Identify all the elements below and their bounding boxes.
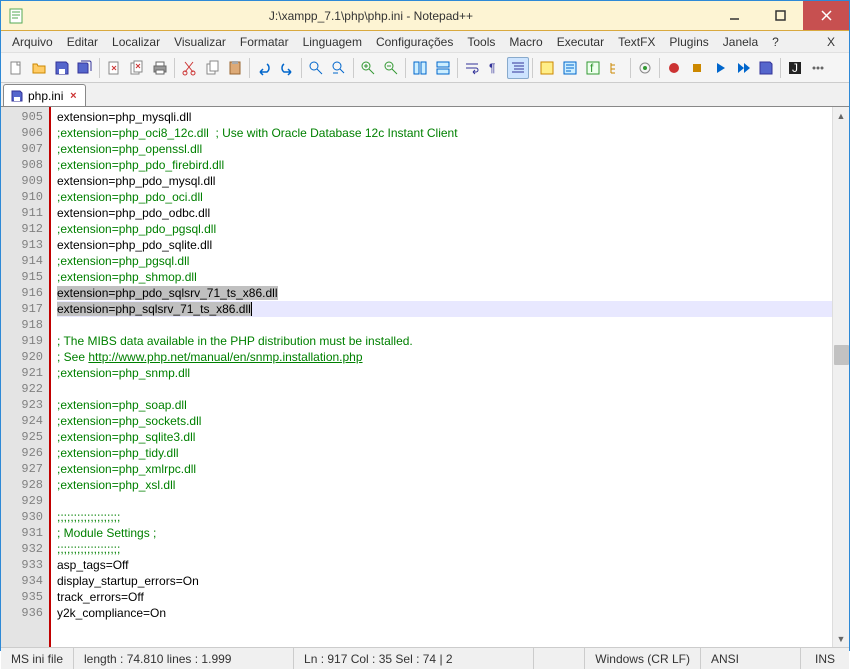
wordwrap-icon[interactable] <box>461 57 483 79</box>
statusbar: MS ini file length : 74.810 lines : 1.99… <box>1 647 849 669</box>
menu-localizar[interactable]: Localizar <box>105 35 167 49</box>
menu-linguagem[interactable]: Linguagem <box>296 35 369 49</box>
menu-executar[interactable]: Executar <box>550 35 611 49</box>
open-file-icon[interactable] <box>28 57 50 79</box>
tab-label: php.ini <box>28 89 63 103</box>
zoom-in-icon[interactable] <box>357 57 379 79</box>
record-icon[interactable] <box>663 57 685 79</box>
find-icon[interactable] <box>305 57 327 79</box>
status-encoding: ANSI <box>701 648 801 669</box>
tab-php-ini[interactable]: php.ini × <box>3 84 86 106</box>
editor: 9059069079089099109119129139149159169179… <box>1 107 849 647</box>
status-mode: INS <box>801 648 849 669</box>
file-icon <box>10 89 24 103</box>
menu-arquivo[interactable]: Arquivo <box>5 35 60 49</box>
menu-formatar[interactable]: Formatar <box>233 35 296 49</box>
sync-v-icon[interactable] <box>409 57 431 79</box>
scroll-down-icon[interactable]: ▼ <box>833 630 849 647</box>
line-gutter: 9059069079089099109119129139149159169179… <box>1 107 51 647</box>
menu-textfx[interactable]: TextFX <box>611 35 662 49</box>
menu-visualizar[interactable]: Visualizar <box>167 35 233 49</box>
print-icon[interactable] <box>149 57 171 79</box>
status-length: length : 74.810 lines : 1.999 <box>74 648 294 669</box>
status-eol: Windows (CR LF) <box>585 648 701 669</box>
app-icon <box>1 8 31 24</box>
close-button[interactable] <box>803 1 849 30</box>
menu-help[interactable]: ? <box>765 35 786 49</box>
vertical-scrollbar[interactable]: ▲ ▼ <box>832 107 849 647</box>
plugin-icon[interactable]: J <box>784 57 806 79</box>
scroll-up-icon[interactable]: ▲ <box>833 107 849 124</box>
more-icon[interactable] <box>807 57 829 79</box>
menu-x-button[interactable]: X <box>817 35 845 49</box>
zoom-out-icon[interactable] <box>380 57 402 79</box>
window-title: J:\xampp_7.1\php\php.ini - Notepad++ <box>31 9 711 23</box>
stop-record-icon[interactable] <box>686 57 708 79</box>
play-multi-icon[interactable] <box>732 57 754 79</box>
play-macro-icon[interactable] <box>709 57 731 79</box>
paste-icon[interactable] <box>224 57 246 79</box>
menu-configuracoes[interactable]: Configurações <box>369 35 460 49</box>
menu-editar[interactable]: Editar <box>60 35 105 49</box>
menu-janela[interactable]: Janela <box>716 35 765 49</box>
menu-tools[interactable]: Tools <box>460 35 502 49</box>
save-all-icon[interactable] <box>74 57 96 79</box>
folder-tree-icon[interactable] <box>605 57 627 79</box>
svg-text:J: J <box>792 61 798 75</box>
toolbar: ¶ f J <box>1 53 849 83</box>
maximize-button[interactable] <box>757 1 803 30</box>
close-file-icon[interactable] <box>103 57 125 79</box>
menubar: Arquivo Editar Localizar Visualizar Form… <box>1 31 849 53</box>
cut-icon[interactable] <box>178 57 200 79</box>
replace-icon[interactable] <box>328 57 350 79</box>
tabbar: php.ini × <box>1 83 849 107</box>
new-file-icon[interactable] <box>5 57 27 79</box>
save-macro-icon[interactable] <box>755 57 777 79</box>
scroll-thumb[interactable] <box>834 345 849 365</box>
close-all-icon[interactable] <box>126 57 148 79</box>
indent-guide-icon[interactable] <box>507 57 529 79</box>
doc-map-icon[interactable] <box>559 57 581 79</box>
titlebar: J:\xampp_7.1\php\php.ini - Notepad++ <box>1 1 849 31</box>
redo-icon[interactable] <box>276 57 298 79</box>
code-area[interactable]: extension=php_mysqli.dll;extension=php_o… <box>51 107 832 647</box>
svg-text:¶: ¶ <box>489 61 495 75</box>
save-icon[interactable] <box>51 57 73 79</box>
status-language: MS ini file <box>1 648 74 669</box>
func-list-icon[interactable]: f <box>582 57 604 79</box>
show-all-chars-icon[interactable]: ¶ <box>484 57 506 79</box>
tab-close-icon[interactable]: × <box>67 90 79 102</box>
sync-h-icon[interactable] <box>432 57 454 79</box>
menu-plugins[interactable]: Plugins <box>662 35 715 49</box>
copy-icon[interactable] <box>201 57 223 79</box>
monitoring-icon[interactable] <box>634 57 656 79</box>
menu-macro[interactable]: Macro <box>502 35 549 49</box>
status-position: Ln : 917 Col : 35 Sel : 74 | 2 <box>294 648 534 669</box>
lang-user-icon[interactable] <box>536 57 558 79</box>
undo-icon[interactable] <box>253 57 275 79</box>
minimize-button[interactable] <box>711 1 757 30</box>
